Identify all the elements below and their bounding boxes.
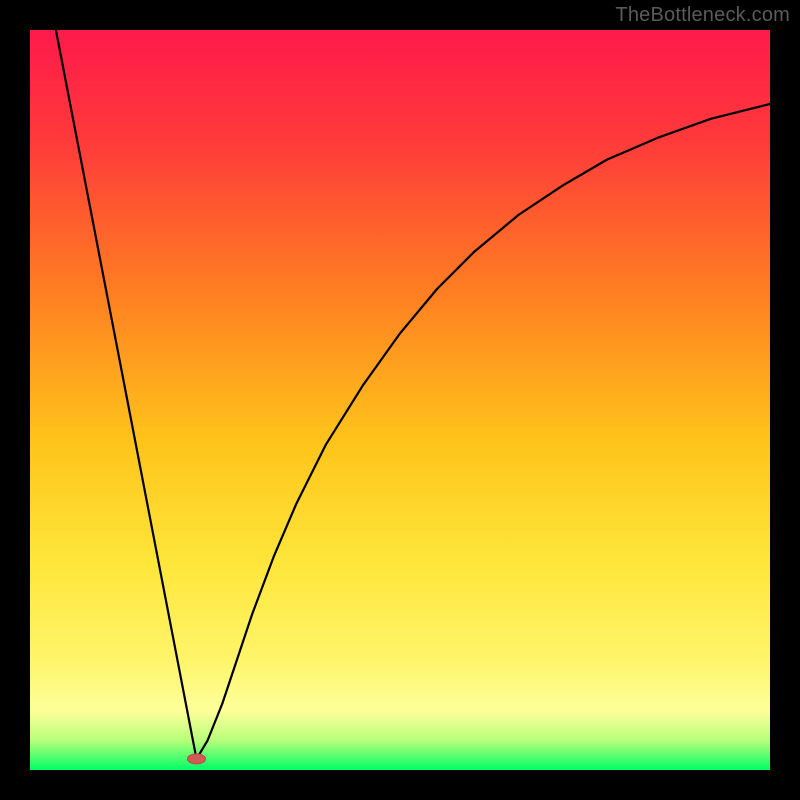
chart-frame: TheBottleneck.com [0, 0, 800, 800]
watermark-text: TheBottleneck.com [615, 4, 790, 27]
bottleneck-marker [188, 754, 206, 764]
chart-plot [30, 30, 770, 770]
chart-background [30, 30, 770, 770]
